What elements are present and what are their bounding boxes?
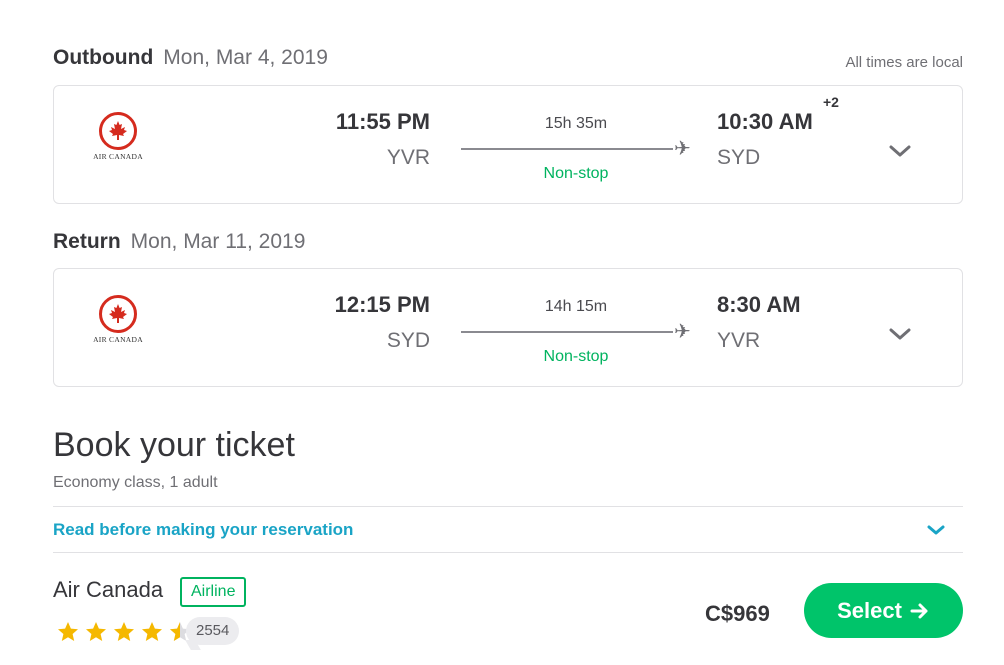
arrival-time: 10:30 AM bbox=[717, 109, 813, 134]
outbound-header: Outbound Mon, Mar 4, 2019 bbox=[53, 46, 328, 70]
plane-icon: ✈ bbox=[674, 138, 691, 160]
arrival-time: 8:30 AM bbox=[717, 292, 801, 317]
arrival: 10:30 AM SYD bbox=[717, 110, 813, 170]
stops-info: Non-stop bbox=[543, 165, 609, 182]
departure: 11:55 PM YVR bbox=[336, 110, 430, 170]
arrow-right-icon bbox=[910, 603, 928, 618]
chevron-down-icon[interactable] bbox=[924, 518, 948, 542]
select-button-label: Select bbox=[837, 597, 902, 623]
plane-icon: ✈ bbox=[674, 321, 691, 343]
stops-info: Non-stop bbox=[543, 348, 609, 365]
times-local-notice: All times are local bbox=[845, 54, 963, 71]
star-icon bbox=[58, 622, 78, 641]
departure: 12:15 PM SYD bbox=[335, 293, 430, 353]
flight-duration: 14h 15m bbox=[544, 298, 608, 315]
return-flight-card[interactable]: AIR CANADA 12:15 PM SYD 14h 15m ✈ Non-st… bbox=[53, 268, 963, 387]
provider-type-badge: Airline bbox=[180, 577, 247, 607]
route-line bbox=[461, 331, 673, 333]
arrival: 8:30 AM YVR bbox=[717, 293, 801, 353]
page-title: Book your ticket bbox=[53, 426, 295, 464]
review-count[interactable]: 2554 bbox=[186, 617, 240, 645]
provider-name: Air Canada bbox=[53, 577, 164, 602]
price: C$969 bbox=[705, 601, 770, 626]
star-icon bbox=[142, 622, 162, 641]
airline-logo-text: AIR CANADA bbox=[93, 335, 143, 344]
airline-logo: AIR CANADA bbox=[87, 112, 149, 161]
outbound-date: Mon, Mar 4, 2019 bbox=[163, 46, 328, 69]
chevron-down-icon[interactable] bbox=[886, 137, 914, 165]
divider bbox=[53, 552, 963, 553]
departure-time: 11:55 PM bbox=[335, 109, 430, 134]
day-offset: +2 bbox=[823, 94, 839, 110]
maple-leaf-icon bbox=[99, 295, 137, 333]
arrival-airport: YVR bbox=[717, 329, 761, 352]
flight-duration: 15h 35m bbox=[544, 115, 608, 132]
departure-time: 12:15 PM bbox=[334, 292, 430, 317]
return-label: Return bbox=[53, 230, 121, 253]
reservation-info-link[interactable]: Read before making your reservation bbox=[53, 520, 353, 540]
star-icon bbox=[86, 622, 106, 641]
divider bbox=[53, 506, 963, 507]
outbound-label: Outbound bbox=[53, 46, 154, 69]
airline-logo: AIR CANADA bbox=[87, 295, 149, 344]
departure-airport: YVR bbox=[386, 146, 430, 169]
chevron-down-icon[interactable] bbox=[886, 320, 914, 348]
star-icon bbox=[114, 622, 134, 641]
airline-logo-text: AIR CANADA bbox=[93, 152, 143, 161]
arrival-airport: SYD bbox=[717, 146, 761, 169]
return-date: Mon, Mar 11, 2019 bbox=[130, 230, 306, 253]
booking-subtitle: Economy class, 1 adult bbox=[53, 474, 218, 491]
rating-stars bbox=[55, 620, 193, 644]
select-button[interactable]: Select bbox=[804, 583, 963, 638]
departure-airport: SYD bbox=[386, 329, 430, 352]
route-line bbox=[461, 148, 673, 150]
outbound-flight-card[interactable]: AIR CANADA 11:55 PM YVR 15h 35m ✈ Non-st… bbox=[53, 85, 963, 204]
return-header: Return Mon, Mar 11, 2019 bbox=[53, 230, 305, 254]
maple-leaf-icon bbox=[99, 112, 137, 150]
